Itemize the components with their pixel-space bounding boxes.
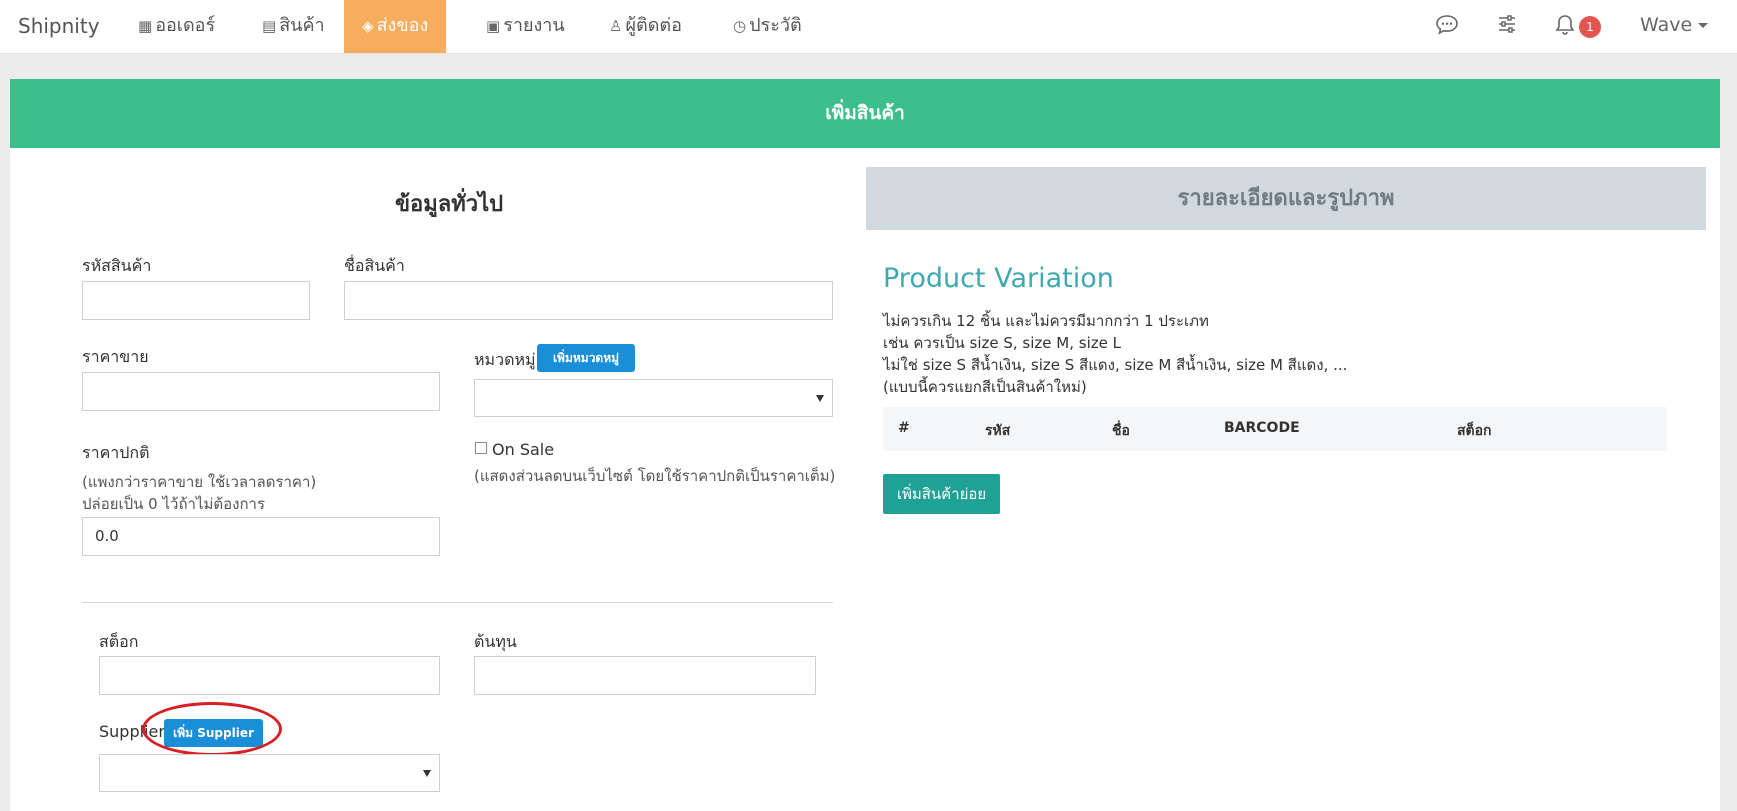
nav-item-shipping[interactable]: ◈ ส่งของ [344,0,447,53]
products-icon: ▤ [262,17,277,35]
notification-badge[interactable]: 1 [1579,16,1601,38]
user-name: Wave [1640,14,1693,36]
variation-table-header: # รหัส ชื่อ BARCODE สต็อก [883,407,1667,451]
nav-label: ประวัติ [749,15,802,36]
regular-price-input[interactable]: 0.0 [82,517,440,556]
top-navbar: Shipnity ▦ ออเดอร์ ▤ สินค้า ◈ ส่งของ ▣ รายงา… [0,0,1737,54]
category-label: หมวดหมู่ [474,350,536,369]
orders-icon: ▦ [138,17,153,35]
variation-note-1: ไม่ควรเกิน 12 ชิ้น และไม่ควรมีมากกว่า 1 … [883,312,1209,330]
bell-icon[interactable] [1555,14,1575,41]
column-header-name: ชื่อ [1112,423,1130,439]
variation-note-4: (แบบนี้ควรแยกสีเป็นสินค้าใหม่) [883,378,1087,396]
history-icon: ◷ [733,17,747,35]
nav-label: สินค้า [279,15,325,36]
supplier-select[interactable] [99,754,440,792]
nav-label: ผู้ติดต่อ [625,15,682,36]
chevron-down-icon [1698,23,1709,28]
regular-price-label: ราคาปกติ [82,443,150,462]
user-menu[interactable]: Wave [1640,14,1709,36]
box-icon: ◈ [362,17,374,35]
variation-title: Product Variation [883,263,1114,294]
sku-label: รหัสสินค้า [82,256,152,275]
sku-input[interactable] [82,281,310,320]
divider [82,602,833,603]
stock-label: สต็อก [99,632,139,651]
nav-label: ส่งของ [376,15,429,36]
nav-item-contacts[interactable]: ♙ ผู้ติดต่อ [609,0,682,53]
column-header-barcode: BARCODE [1224,420,1300,436]
column-header-stock: สต็อก [1457,423,1492,439]
category-select[interactable] [474,379,833,417]
add-variant-button[interactable]: เพิ่มสินค้าย่อย [883,474,1000,514]
nav-item-products[interactable]: ▤ สินค้า [262,0,325,53]
chat-icon[interactable] [1435,14,1459,41]
nav-item-reports[interactable]: ▣ รายงาน [486,0,565,53]
cost-input[interactable] [474,656,816,695]
section-title-general: ข้อมูลทั่วไป [395,192,504,217]
on-sale-label: On Sale [492,440,555,459]
on-sale-checkbox[interactable] [475,442,487,454]
brand-logo[interactable]: Shipnity [18,14,100,38]
variation-note-2: เช่น ควรเป็น size S, size M, size L [883,334,1121,352]
settings-sliders-icon[interactable] [1497,14,1517,39]
dropdown-arrow-icon [816,395,824,402]
tab-details-images[interactable]: รายละเอียดและรูปภาพ [866,167,1706,230]
cost-label: ต้นทุน [474,632,517,651]
on-sale-hint: (แสดงส่วนลดบนเว็บไซต์ โดยใช้ราคาปกติเป็น… [474,467,836,485]
nav-item-orders[interactable]: ▦ ออเดอร์ [138,0,215,53]
product-name-input[interactable] [344,281,833,320]
stock-input[interactable] [99,656,440,695]
column-header-sku: รหัส [985,423,1011,439]
nav-label: ออเดอร์ [155,15,216,36]
name-label: ชื่อสินค้า [344,256,405,275]
regular-price-hint-2: ปล่อยเป็น 0 ไว้ถ้าไม่ต้องการ [82,495,266,513]
variation-note-3: ไม่ใช่ size S สีน้ำเงิน, size S สีแดง, s… [883,356,1348,374]
column-header-index: # [898,420,910,436]
report-icon: ▣ [486,17,501,35]
add-category-button[interactable]: เพิ่มหมวดหมู่ [537,344,635,372]
nav-item-history[interactable]: ◷ ประวัติ [733,0,802,53]
nav-label: รายงาน [503,15,565,36]
page-title: เพิ่มสินค้า [10,79,1720,148]
highlight-annotation [142,702,282,756]
price-label: ราคาขาย [82,347,149,366]
regular-price-hint: (แพงกว่าราคาขาย ใช้เวลาลดราคา) [82,473,317,491]
dropdown-arrow-icon [423,770,431,777]
price-input[interactable] [82,372,440,411]
user-icon: ♙ [609,17,623,35]
